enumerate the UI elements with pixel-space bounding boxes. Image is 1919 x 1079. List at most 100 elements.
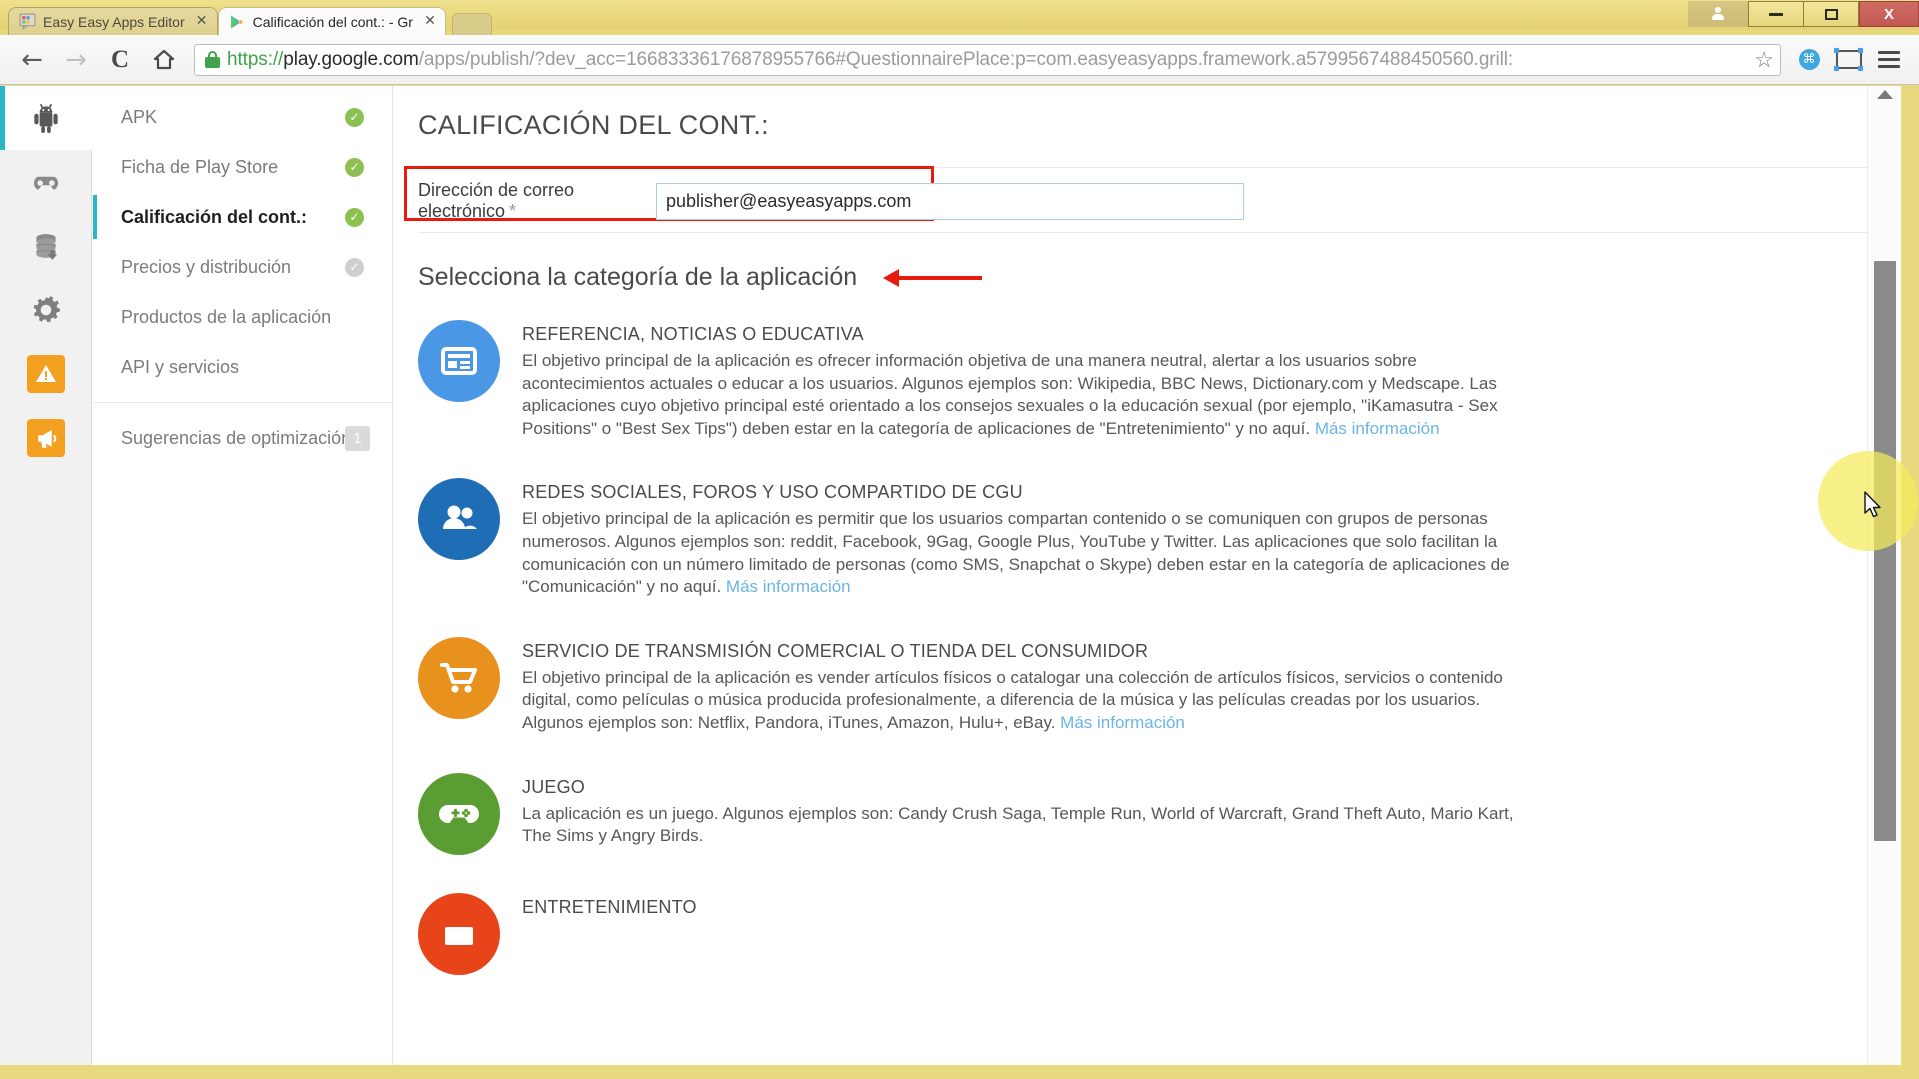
browser-tab-1[interactable]: Easy Easy Apps Editor ✕ (8, 7, 218, 35)
category-description: El objetivo principal de la aplicación e… (522, 508, 1542, 598)
section-title: Selecciona la categoría de la aplicación (418, 263, 857, 292)
reload-button[interactable]: C (98, 40, 142, 80)
shopping-cart-icon (418, 637, 500, 719)
email-field-row: Dirección de correo electrónico* (418, 170, 1867, 232)
status-check-icon: ✓ (345, 258, 364, 277)
maximize-icon (1825, 9, 1838, 20)
app-editor-icon (19, 13, 36, 30)
database-icon (29, 229, 63, 263)
scrollbar-thumb[interactable] (1874, 261, 1896, 841)
main-content: CALIFICACIÓN DEL CONT.: Dirección de cor… (394, 86, 1867, 1079)
more-info-link[interactable]: Más información (726, 577, 851, 596)
sidebar-item-api-services[interactable]: API y servicios (93, 342, 392, 392)
window-bottom-strip (0, 1065, 1919, 1079)
sidebar-item-label: Calificación del cont.: (121, 207, 307, 228)
category-name: SERVICIO DE TRANSMISIÓN COMERCIAL O TIEN… (522, 641, 1542, 662)
megaphone-icon (27, 419, 65, 457)
tab-2-close-icon[interactable]: ✕ (423, 15, 437, 29)
games-controller-icon (29, 165, 63, 199)
sidebar-item-play-store-listing[interactable]: Ficha de Play Store ✓ (93, 142, 392, 192)
rail-item-settings[interactable] (0, 278, 92, 342)
gear-icon (29, 293, 63, 327)
annotation-red-arrow (883, 269, 982, 287)
category-option-entertainment[interactable]: ENTRETENIMIENTO (418, 893, 1867, 975)
close-icon: X (1884, 6, 1894, 23)
rail-item-apk[interactable] (0, 86, 92, 150)
close-window-button[interactable]: X (1859, 1, 1919, 27)
url-scheme: https:// (227, 49, 283, 70)
category-option-social-forums-ugc[interactable]: REDES SOCIALES, FOROS Y USO COMPARTIDO D… (418, 478, 1867, 598)
url-host: play.google.com (283, 49, 418, 70)
mouse-cursor (1864, 491, 1884, 521)
forward-button[interactable]: → (54, 40, 98, 80)
category-option-commerce-store[interactable]: SERVICIO DE TRANSMISIÓN COMERCIAL O TIEN… (418, 637, 1867, 735)
tab-1-close-icon[interactable]: ✕ (195, 15, 209, 29)
maximize-button[interactable] (1803, 1, 1859, 27)
more-info-link[interactable]: Más información (1315, 419, 1440, 438)
category-description: El objetivo principal de la aplicación e… (522, 667, 1542, 735)
status-check-icon: ✓ (345, 208, 364, 227)
sidebar-item-in-app-products[interactable]: Productos de la aplicación (93, 292, 392, 342)
android-icon (29, 101, 63, 135)
menu-icon (1878, 51, 1900, 68)
icon-rail (0, 86, 92, 1079)
chrome-menu-button[interactable] (1869, 40, 1909, 80)
email-field-label: Dirección de correo electrónico* (418, 180, 656, 222)
tab-strip: Easy Easy Apps Editor ✕ Calificación del… (8, 5, 492, 35)
optimization-count-badge: 1 (345, 426, 370, 451)
minimize-button[interactable] (1748, 1, 1804, 27)
page-scrollbar[interactable] (1867, 86, 1901, 1079)
extension-button[interactable]: ⌘ (1789, 40, 1829, 80)
sidebar-item-label: Ficha de Play Store (121, 157, 278, 178)
url-path: /apps/publish/?dev_acc=16683336176878955… (419, 49, 1513, 70)
profile-button[interactable] (1688, 1, 1748, 27)
forward-arrow-icon: → (65, 45, 87, 75)
divider (418, 167, 1867, 168)
browser-tab-2[interactable]: Calificación del cont.: - Gr ✕ (218, 7, 446, 35)
back-arrow-icon: ← (21, 45, 43, 75)
sidebar-item-apk[interactable]: APK ✓ (93, 92, 392, 142)
bookmark-star-icon[interactable]: ☆ (1754, 47, 1774, 73)
rail-item-alerts[interactable] (0, 342, 92, 406)
article-news-icon (418, 320, 500, 402)
rail-item-data[interactable] (0, 214, 92, 278)
category-text-block: JUEGO La aplicación es un juego. Algunos… (522, 773, 1542, 848)
sidebar-item-label: APK (121, 107, 157, 128)
reload-icon: C (111, 46, 129, 74)
extension-icon: ⌘ (1799, 49, 1820, 70)
rail-item-promotions[interactable] (0, 406, 92, 470)
required-asterisk: * (509, 201, 516, 221)
section-title-row: Selecciona la categoría de la aplicación (418, 263, 1867, 292)
address-bar[interactable]: https://play.google.com/apps/publish/?de… (194, 44, 1781, 76)
minimize-icon (1769, 13, 1783, 16)
cast-button[interactable] (1829, 40, 1869, 80)
home-button[interactable] (142, 40, 186, 80)
category-option-reference-news-education[interactable]: REFERENCIA, NOTICIAS O EDUCATIVA El obje… (418, 320, 1867, 440)
sidebar-item-label: Precios y distribución (121, 257, 291, 278)
sidebar-item-content-rating[interactable]: Calificación del cont.: ✓ (93, 192, 392, 242)
status-check-icon: ✓ (345, 158, 364, 177)
scroll-up-arrow-icon[interactable] (1877, 90, 1893, 99)
sidebar-item-optimization-tips[interactable]: Sugerencias de optimización 1 (93, 413, 392, 463)
url-text: https://play.google.com/apps/publish/?de… (227, 49, 1752, 71)
alert-warning-icon (27, 355, 65, 393)
category-list: REFERENCIA, NOTICIAS O EDUCATIVA El obje… (418, 320, 1867, 975)
profile-icon (1711, 7, 1725, 21)
more-info-link[interactable]: Más información (1060, 713, 1185, 732)
new-tab-button[interactable] (452, 13, 492, 35)
sidebar-item-label: Sugerencias de optimización (121, 428, 351, 449)
category-description: El objetivo principal de la aplicación e… (522, 350, 1542, 440)
sidebar-item-pricing-distribution[interactable]: Precios y distribución ✓ (93, 242, 392, 292)
page-viewport: APK ✓ Ficha de Play Store ✓ Calificación… (0, 86, 1919, 1079)
page-title: CALIFICACIÓN DEL CONT.: (418, 86, 1867, 141)
tab-2-label: Calificación del cont.: - Gr (253, 14, 413, 30)
email-input[interactable] (656, 183, 1244, 220)
back-button[interactable]: ← (10, 40, 54, 80)
rail-item-games[interactable] (0, 150, 92, 214)
category-name: REDES SOCIALES, FOROS Y USO COMPARTIDO D… (522, 482, 1542, 503)
category-option-game[interactable]: JUEGO La aplicación es un juego. Algunos… (418, 773, 1867, 855)
home-icon (152, 48, 176, 72)
sidebar-item-label: API y servicios (121, 357, 239, 378)
category-description: La aplicación es un juego. Algunos ejemp… (522, 803, 1542, 848)
browser-toolbar: ← → C https://play.google.com/apps/publi… (0, 35, 1919, 85)
